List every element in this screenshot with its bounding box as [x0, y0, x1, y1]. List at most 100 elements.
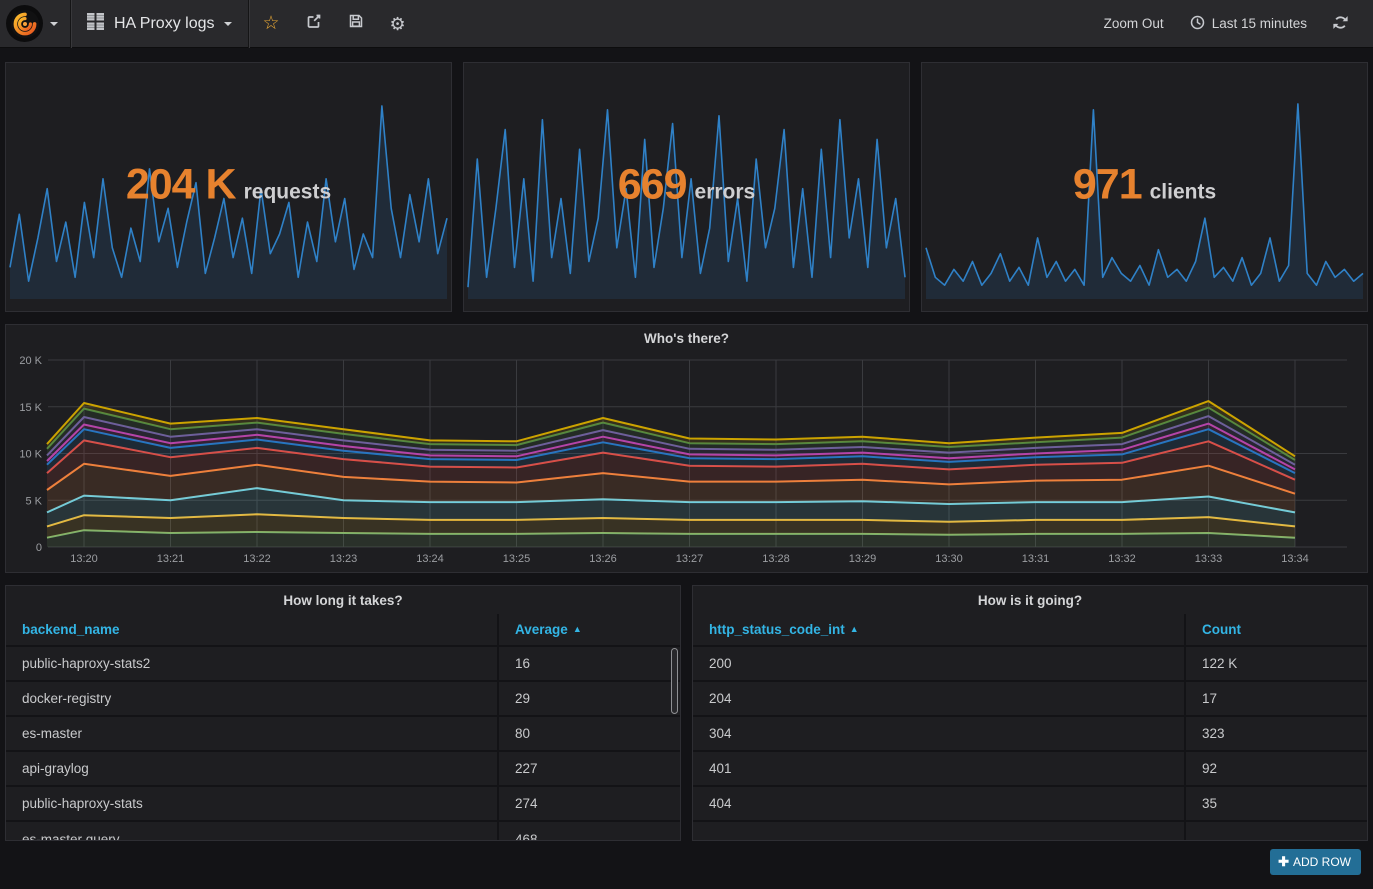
- time-picker-button[interactable]: Last 15 minutes: [1177, 0, 1320, 48]
- stat-text: 204 K requests: [6, 161, 451, 210]
- time-range-label: Last 15 minutes: [1212, 16, 1307, 31]
- stat-value: 669: [618, 161, 687, 209]
- table-cell: es-master: [6, 716, 498, 751]
- stat-label: clients: [1150, 181, 1217, 204]
- plus-icon: ✚: [1278, 854, 1289, 870]
- stat-value: 971: [1073, 161, 1142, 209]
- x-axis-label: 13:32: [1108, 553, 1136, 565]
- table-cell: 92: [1185, 751, 1367, 786]
- table-row: public-haproxy-stats274: [6, 786, 680, 821]
- table-row: 40435: [693, 786, 1367, 821]
- add-row-label: ADD ROW: [1293, 855, 1351, 869]
- save-icon: [348, 13, 364, 34]
- singlestat-panel-requests: 204 K requests: [5, 62, 452, 312]
- panel-title[interactable]: How is it going?: [693, 586, 1367, 614]
- x-axis-label: 13:25: [503, 553, 531, 565]
- panel-title[interactable]: How long it takes?: [6, 586, 680, 614]
- dashboard-grid-icon: [87, 13, 104, 35]
- zoom-out-button[interactable]: Zoom Out: [1091, 0, 1177, 48]
- table-cell: 204: [693, 681, 1185, 716]
- share-button[interactable]: [293, 0, 335, 48]
- table-cell: 227: [498, 751, 680, 786]
- gear-icon: ⚙: [390, 15, 406, 33]
- table-cell: 80: [498, 716, 680, 751]
- stat-label: errors: [695, 181, 756, 204]
- dashboard-title-button[interactable]: HA Proxy logs: [71, 0, 248, 48]
- y-axis-label: 20 K: [19, 355, 42, 367]
- share-icon: [306, 13, 322, 34]
- x-axis-label: 13:33: [1195, 553, 1223, 565]
- table-row: es-master query468: [6, 821, 680, 841]
- star-icon: ☆: [262, 14, 279, 33]
- stat-text: 669 errors: [464, 161, 909, 210]
- column-header-backend_name[interactable]: backend_name: [6, 614, 498, 646]
- singlestat-panel-errors: 669 errors: [463, 62, 910, 312]
- x-axis-label: 13:21: [157, 553, 185, 565]
- table-cell: 16: [498, 646, 680, 681]
- y-axis-label: 5 K: [25, 495, 42, 507]
- refresh-icon: [1333, 15, 1348, 33]
- table-cell: 401: [693, 751, 1185, 786]
- table-cell: 200: [693, 646, 1185, 681]
- table-cell: 35: [1185, 786, 1367, 821]
- add-row-button[interactable]: ✚ ADD ROW: [1270, 849, 1361, 875]
- settings-button[interactable]: ⚙: [377, 0, 419, 48]
- dashboard: 204 K requests 669 errors 971 clients Who's…: [0, 62, 1373, 875]
- sort-asc-icon: ▲: [850, 624, 859, 634]
- page-title: HA Proxy logs: [114, 15, 214, 33]
- table-cell: es-master query: [6, 821, 498, 841]
- x-axis-label: 13:27: [676, 553, 704, 565]
- navbar: HA Proxy logs ☆: [0, 0, 1373, 48]
- table-panel-how-long: How long it takes? backend_nameAverage▲p…: [5, 585, 681, 841]
- y-axis-label: 10 K: [19, 449, 42, 461]
- x-axis-label: 13:22: [243, 553, 271, 565]
- table-row: public-haproxy-stats216: [6, 646, 680, 681]
- stat-text: 971 clients: [922, 161, 1367, 210]
- table-cell: public-haproxy-stats2: [6, 646, 498, 681]
- table-scrollbar-thumb[interactable]: [671, 648, 678, 714]
- grafana-menu-button[interactable]: [0, 0, 70, 48]
- table-row-empty: [693, 821, 1367, 841]
- table-row: 20417: [693, 681, 1367, 716]
- column-header-http_status_code_int[interactable]: http_status_code_int▲: [693, 614, 1185, 646]
- column-header-Average[interactable]: Average▲: [498, 614, 680, 646]
- grafana-logo: [6, 5, 43, 42]
- save-button[interactable]: [335, 0, 377, 48]
- x-axis-label: 13:34: [1281, 553, 1309, 565]
- clock-icon: [1190, 15, 1205, 33]
- table-row: es-master80: [6, 716, 680, 751]
- table-row: api-graylog227: [6, 751, 680, 786]
- panel-title[interactable]: Who's there?: [6, 331, 1367, 346]
- sort-asc-icon: ▲: [573, 624, 582, 634]
- column-header-Count[interactable]: Count: [1185, 614, 1367, 646]
- star-button[interactable]: ☆: [249, 0, 292, 48]
- refresh-button[interactable]: [1320, 0, 1361, 48]
- table-cell: docker-registry: [6, 681, 498, 716]
- table-cell: 274: [498, 786, 680, 821]
- table-cell: 468: [498, 821, 680, 841]
- y-axis-label: 0: [36, 542, 42, 554]
- table-row: 40192: [693, 751, 1367, 786]
- x-axis-label: 13:30: [935, 553, 963, 565]
- table-cell: 17: [1185, 681, 1367, 716]
- x-axis-label: 13:23: [330, 553, 358, 565]
- table-panel-how-going: How is it going? http_status_code_int▲Co…: [692, 585, 1368, 841]
- chevron-down-icon: [224, 22, 232, 26]
- x-axis-label: 13:28: [762, 553, 790, 565]
- singlestat-panel-clients: 971 clients: [921, 62, 1368, 312]
- table-cell: 323: [1185, 716, 1367, 751]
- table-row: 304323: [693, 716, 1367, 751]
- table-cell: 29: [498, 681, 680, 716]
- whos-there-chart: 05 K10 K15 K20 K13:2013:2113:2213:2313:2…: [6, 325, 1367, 572]
- table-row: 200122 K: [693, 646, 1367, 681]
- x-axis-label: 13:24: [416, 553, 444, 565]
- table-cell: public-haproxy-stats: [6, 786, 498, 821]
- stat-value: 204 K: [126, 161, 236, 209]
- x-axis-label: 13:20: [70, 553, 98, 565]
- graph-panel-whos-there: Who's there? 05 K10 K15 K20 K13:2013:211…: [5, 324, 1368, 573]
- x-axis-label: 13:31: [1022, 553, 1050, 565]
- stat-label: requests: [244, 181, 332, 204]
- table-cell: api-graylog: [6, 751, 498, 786]
- table-row: docker-registry29: [6, 681, 680, 716]
- table-cell: 404: [693, 786, 1185, 821]
